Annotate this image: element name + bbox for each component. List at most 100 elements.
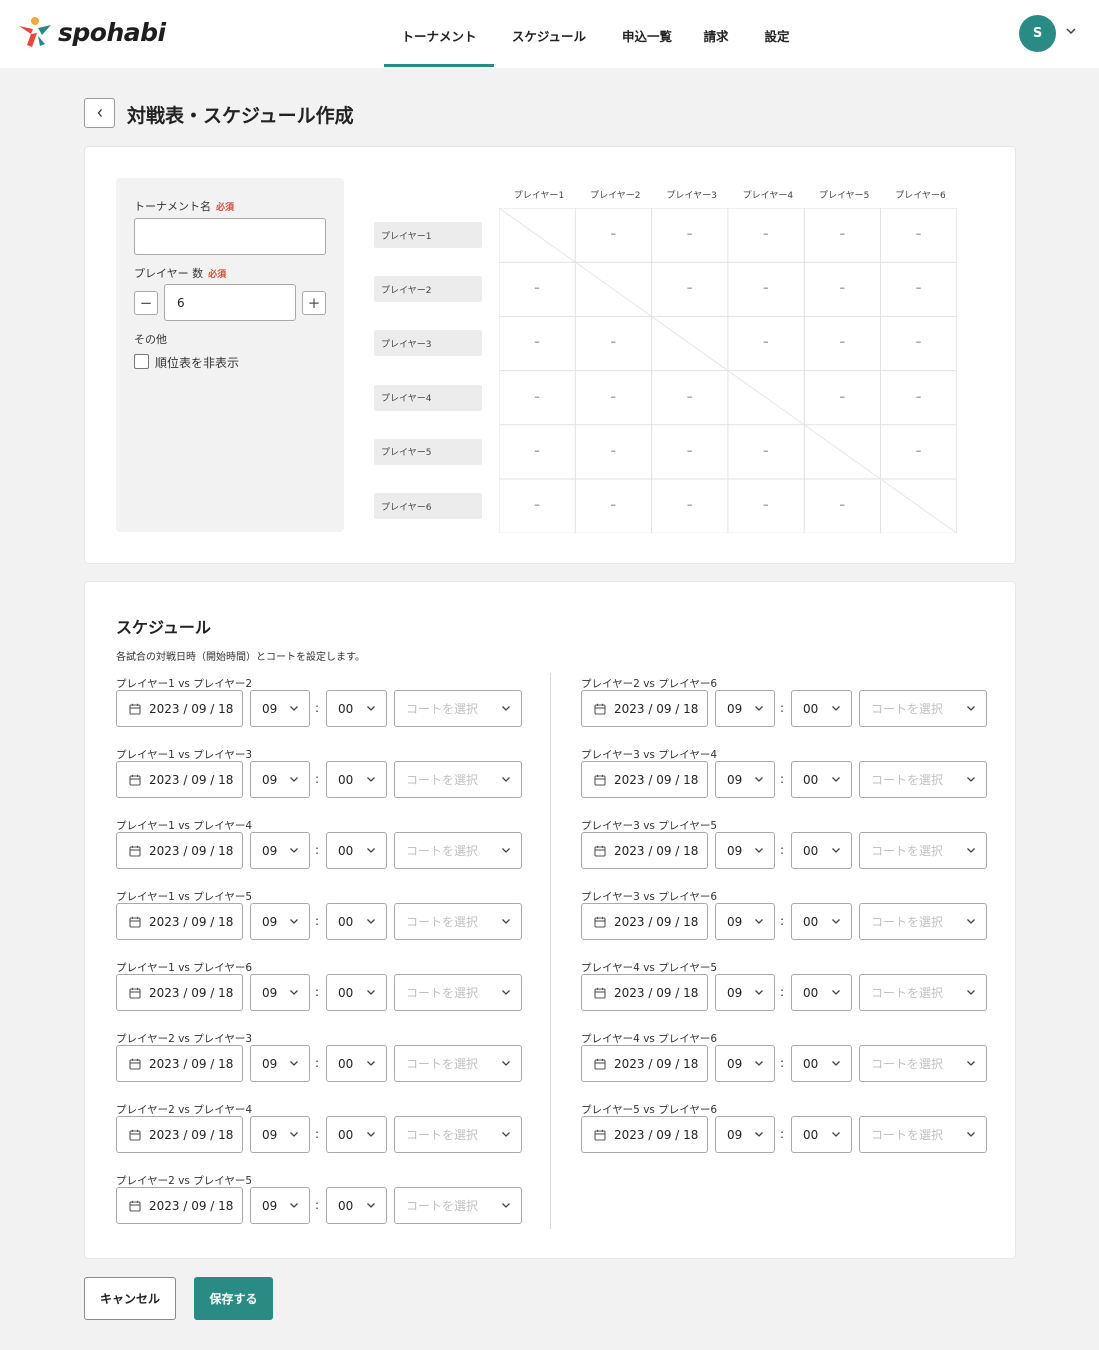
matrix-cell[interactable]: –: [499, 498, 575, 511]
court-select[interactable]: コートを選択: [859, 761, 987, 798]
hour-select[interactable]: 09: [715, 832, 775, 869]
hour-select[interactable]: 09: [715, 690, 775, 727]
date-picker[interactable]: 2023 / 09 / 18: [116, 1045, 243, 1082]
minute-select[interactable]: 00: [791, 761, 852, 798]
court-select[interactable]: コートを選択: [859, 832, 987, 869]
nav-settings[interactable]: 設定: [742, 6, 812, 67]
minute-select[interactable]: 00: [791, 1045, 852, 1082]
date-picker[interactable]: 2023 / 09 / 18: [581, 903, 708, 940]
minute-select[interactable]: 00: [791, 903, 852, 940]
matrix-cell[interactable]: –: [728, 227, 804, 240]
minute-select[interactable]: 00: [326, 974, 387, 1011]
minute-select[interactable]: 00: [326, 1116, 387, 1153]
matrix-cell[interactable]: –: [652, 227, 728, 240]
hour-select[interactable]: 09: [250, 1045, 310, 1082]
minute-select[interactable]: 00: [326, 832, 387, 869]
chevron-down-icon[interactable]: [1065, 27, 1077, 35]
minute-select[interactable]: 00: [326, 1045, 387, 1082]
app-logo[interactable]: spohabi: [18, 16, 166, 48]
hour-select[interactable]: 09: [250, 761, 310, 798]
back-button[interactable]: [84, 98, 115, 128]
date-picker[interactable]: 2023 / 09 / 18: [581, 832, 708, 869]
matrix-cell[interactable]: –: [652, 444, 728, 457]
date-picker[interactable]: 2023 / 09 / 18: [116, 1116, 243, 1153]
matrix-cell[interactable]: –: [728, 444, 804, 457]
matrix-cell[interactable]: –: [652, 281, 728, 294]
minute-select[interactable]: 00: [326, 761, 387, 798]
minute-select[interactable]: 00: [791, 832, 852, 869]
date-picker[interactable]: 2023 / 09 / 18: [581, 974, 708, 1011]
hour-select[interactable]: 09: [250, 974, 310, 1011]
matrix-cell[interactable]: –: [881, 281, 957, 294]
court-select[interactable]: コートを選択: [394, 903, 522, 940]
matrix-cell[interactable]: –: [881, 444, 957, 457]
hide-ranking-checkbox[interactable]: [134, 354, 149, 369]
date-picker[interactable]: 2023 / 09 / 18: [581, 1116, 708, 1153]
matrix-cell[interactable]: –: [652, 498, 728, 511]
minute-select[interactable]: 00: [326, 690, 387, 727]
player-count-input[interactable]: 6: [164, 284, 296, 321]
hour-select[interactable]: 09: [715, 1116, 775, 1153]
date-picker[interactable]: 2023 / 09 / 18: [116, 1187, 243, 1224]
court-select[interactable]: コートを選択: [394, 761, 522, 798]
court-select[interactable]: コートを選択: [394, 1187, 522, 1224]
matrix-cell[interactable]: –: [575, 444, 651, 457]
matrix-cell[interactable]: –: [728, 335, 804, 348]
matrix-cell[interactable]: –: [575, 335, 651, 348]
nav-applications[interactable]: 申込一覧: [604, 6, 690, 67]
court-select[interactable]: コートを選択: [394, 974, 522, 1011]
court-select[interactable]: コートを選択: [859, 1116, 987, 1153]
matrix-cell[interactable]: –: [652, 390, 728, 403]
hour-select[interactable]: 09: [250, 690, 310, 727]
matrix-cell[interactable]: –: [575, 227, 651, 240]
matrix-cell[interactable]: –: [575, 498, 651, 511]
hour-select[interactable]: 09: [250, 832, 310, 869]
matrix-cell[interactable]: –: [881, 335, 957, 348]
court-select[interactable]: コートを選択: [859, 1045, 987, 1082]
hour-select[interactable]: 09: [250, 1116, 310, 1153]
tournament-name-input[interactable]: [134, 218, 326, 255]
hour-select[interactable]: 09: [715, 761, 775, 798]
hour-select[interactable]: 09: [715, 974, 775, 1011]
matrix-cell[interactable]: –: [804, 281, 880, 294]
date-picker[interactable]: 2023 / 09 / 18: [581, 690, 708, 727]
increment-button[interactable]: +: [302, 291, 326, 315]
hour-select[interactable]: 09: [250, 1187, 310, 1224]
matrix-cell[interactable]: –: [728, 281, 804, 294]
matrix-cell[interactable]: –: [804, 227, 880, 240]
date-picker[interactable]: 2023 / 09 / 18: [581, 761, 708, 798]
minute-select[interactable]: 00: [326, 903, 387, 940]
matrix-cell[interactable]: –: [804, 335, 880, 348]
save-button[interactable]: 保存する: [194, 1277, 273, 1320]
matrix-cell[interactable]: –: [804, 498, 880, 511]
hour-select[interactable]: 09: [715, 1045, 775, 1082]
matrix-cell[interactable]: –: [881, 227, 957, 240]
matrix-cell[interactable]: –: [499, 444, 575, 457]
court-select[interactable]: コートを選択: [859, 903, 987, 940]
nav-tournament[interactable]: トーナメント: [384, 6, 494, 67]
matrix-cell[interactable]: –: [804, 390, 880, 403]
decrement-button[interactable]: −: [134, 291, 158, 315]
court-select[interactable]: コートを選択: [859, 690, 987, 727]
hide-ranking-label[interactable]: 順位表を非表示: [155, 354, 239, 371]
nav-billing[interactable]: 請求: [690, 6, 742, 67]
matrix-cell[interactable]: –: [881, 390, 957, 403]
matrix-cell[interactable]: –: [499, 335, 575, 348]
date-picker[interactable]: 2023 / 09 / 18: [116, 832, 243, 869]
matrix-cell[interactable]: –: [575, 390, 651, 403]
court-select[interactable]: コートを選択: [394, 1045, 522, 1082]
court-select[interactable]: コートを選択: [394, 1116, 522, 1153]
matrix-cell[interactable]: –: [728, 498, 804, 511]
nav-schedule[interactable]: スケジュール: [494, 6, 604, 67]
user-avatar[interactable]: S: [1019, 15, 1056, 52]
date-picker[interactable]: 2023 / 09 / 18: [116, 903, 243, 940]
minute-select[interactable]: 00: [791, 1116, 852, 1153]
minute-select[interactable]: 00: [326, 1187, 387, 1224]
court-select[interactable]: コートを選択: [394, 690, 522, 727]
matrix-cell[interactable]: –: [499, 390, 575, 403]
matrix-cell[interactable]: –: [499, 281, 575, 294]
date-picker[interactable]: 2023 / 09 / 18: [116, 761, 243, 798]
date-picker[interactable]: 2023 / 09 / 18: [581, 1045, 708, 1082]
hour-select[interactable]: 09: [250, 903, 310, 940]
date-picker[interactable]: 2023 / 09 / 18: [116, 974, 243, 1011]
